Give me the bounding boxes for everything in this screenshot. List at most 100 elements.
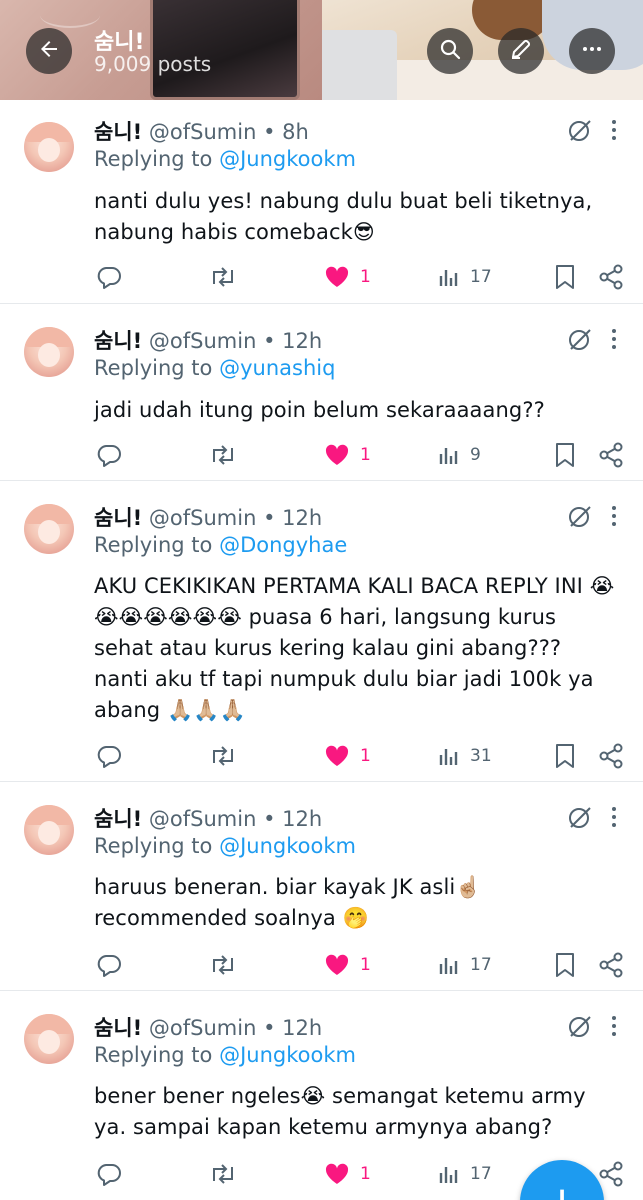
heart-icon <box>324 443 350 467</box>
repost-icon <box>208 1161 238 1187</box>
heart-icon <box>324 953 350 977</box>
profile-header: 숨니! 9,009 posts <box>0 0 643 100</box>
grok-icon[interactable] <box>566 116 594 144</box>
avatar[interactable] <box>24 805 74 855</box>
share-button[interactable] <box>598 262 624 292</box>
replying-label: Replying to <box>94 356 213 380</box>
avatar[interactable] <box>24 504 74 554</box>
like-button[interactable]: 1 <box>324 262 371 292</box>
avatar[interactable] <box>24 122 74 172</box>
grok-icon[interactable] <box>566 325 594 353</box>
view-count: 9 <box>470 445 481 465</box>
like-count: 1 <box>360 267 371 287</box>
search-button[interactable] <box>427 28 473 74</box>
display-name[interactable]: 숨니! <box>94 120 142 144</box>
avatar[interactable] <box>24 327 74 377</box>
handle[interactable]: @ofSumin <box>149 1016 256 1040</box>
bookmark-icon <box>554 264 576 290</box>
display-name[interactable]: 숨니! <box>94 329 142 353</box>
views-button[interactable]: 17 <box>438 262 492 292</box>
repost-button[interactable] <box>208 440 238 470</box>
grok-icon[interactable] <box>566 1012 594 1040</box>
like-button[interactable]: 1 <box>324 741 371 771</box>
tweet-meta: 숨니! @ofSumin • 12h <box>94 807 323 831</box>
views-icon <box>438 1163 460 1185</box>
repost-button[interactable] <box>208 741 238 771</box>
replying-to: Replying to @Jungkookm <box>94 834 356 858</box>
share-button[interactable] <box>598 1159 624 1189</box>
share-icon <box>598 1161 624 1187</box>
repost-button[interactable] <box>208 262 238 292</box>
like-button[interactable]: 1 <box>324 950 371 980</box>
tweet[interactable]: 숨니! @ofSumin • 12h Replying to @Jungkook… <box>0 783 643 991</box>
edit-icon <box>509 37 533 65</box>
mention-link[interactable]: @Jungkookm <box>219 147 356 171</box>
handle[interactable]: @ofSumin <box>149 329 256 353</box>
replying-to: Replying to @Dongyhae <box>94 533 347 557</box>
back-button[interactable] <box>26 28 72 74</box>
tweet[interactable]: 숨니! @ofSumin • 12h Replying to @Dongyhae… <box>0 482 643 782</box>
bookmark-button[interactable] <box>554 741 576 771</box>
handle[interactable]: @ofSumin <box>149 120 256 144</box>
reply-button[interactable] <box>96 1159 122 1189</box>
tweet[interactable]: 숨니! @ofSumin • 8h Replying to @Jungkookm… <box>0 100 643 304</box>
tweet-options-icon[interactable] <box>600 803 628 831</box>
display-name[interactable]: 숨니! <box>94 1016 142 1040</box>
edit-button[interactable] <box>498 28 544 74</box>
display-name[interactable]: 숨니! <box>94 807 142 831</box>
tweet-actions: 1 9 <box>0 440 643 470</box>
tweet-options-icon[interactable] <box>600 1012 628 1040</box>
replying-label: Replying to <box>94 147 213 171</box>
display-name[interactable]: 숨니! <box>94 506 142 530</box>
views-button[interactable]: 31 <box>438 741 492 771</box>
tweet-options-icon[interactable] <box>600 116 628 144</box>
bookmark-button[interactable] <box>554 262 576 292</box>
bookmark-button[interactable] <box>554 950 576 980</box>
tweet[interactable]: 숨니! @ofSumin • 12h Replying to @yunashiq… <box>0 305 643 481</box>
reply-button[interactable] <box>96 440 122 470</box>
reply-button[interactable] <box>96 741 122 771</box>
reply-button[interactable] <box>96 950 122 980</box>
replying-to: Replying to @Jungkookm <box>94 1043 356 1067</box>
grok-icon[interactable] <box>566 502 594 530</box>
avatar[interactable] <box>24 1014 74 1064</box>
replying-label: Replying to <box>94 834 213 858</box>
handle[interactable]: @ofSumin <box>149 506 256 530</box>
tweet-options-icon[interactable] <box>600 325 628 353</box>
like-button[interactable]: 1 <box>324 440 371 470</box>
bookmark-button[interactable] <box>554 440 576 470</box>
replying-label: Replying to <box>94 1043 213 1067</box>
handle[interactable]: @ofSumin <box>149 807 256 831</box>
reply-button[interactable] <box>96 262 122 292</box>
heart-icon <box>324 1162 350 1186</box>
heart-icon <box>324 744 350 768</box>
repost-button[interactable] <box>208 950 238 980</box>
tweet-actions: 1 31 <box>0 741 643 771</box>
like-button[interactable]: 1 <box>324 1159 371 1189</box>
view-count: 17 <box>470 955 492 975</box>
mention-link[interactable]: @Jungkookm <box>219 1043 356 1067</box>
more-button[interactable] <box>569 28 615 74</box>
share-button[interactable] <box>598 741 624 771</box>
repost-icon <box>208 743 238 769</box>
reply-icon <box>96 743 122 769</box>
post-count: 9,009 posts <box>94 52 212 76</box>
grok-icon[interactable] <box>566 803 594 831</box>
timestamp: 12h <box>282 1016 323 1040</box>
repost-icon <box>208 442 238 468</box>
mention-link[interactable]: @Jungkookm <box>219 834 356 858</box>
mention-link[interactable]: @Dongyhae <box>219 533 347 557</box>
share-button[interactable] <box>598 440 624 470</box>
replying-label: Replying to <box>94 533 213 557</box>
share-button[interactable] <box>598 950 624 980</box>
mention-link[interactable]: @yunashiq <box>219 356 335 380</box>
tweet-meta: 숨니! @ofSumin • 12h <box>94 506 323 530</box>
plus-icon: + <box>544 1177 581 1200</box>
views-button[interactable]: 9 <box>438 440 481 470</box>
repost-button[interactable] <box>208 1159 238 1189</box>
view-count: 17 <box>470 267 492 287</box>
view-count: 17 <box>470 1164 492 1184</box>
views-button[interactable]: 17 <box>438 950 492 980</box>
views-button[interactable]: 17 <box>438 1159 492 1189</box>
tweet-options-icon[interactable] <box>600 502 628 530</box>
